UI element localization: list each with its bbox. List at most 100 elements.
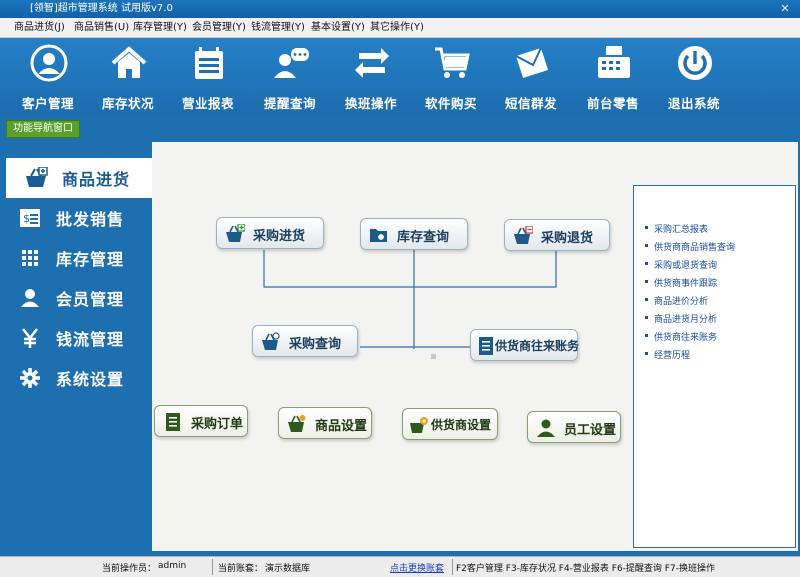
grid-icon bbox=[22, 250, 38, 266]
person-icon bbox=[537, 419, 555, 437]
sidebar-item-system-settings[interactable]: 系统设置 bbox=[0, 358, 152, 398]
switch-account-link[interactable]: 点击更换账套 bbox=[390, 561, 444, 574]
document-list-icon bbox=[166, 413, 180, 431]
status-bar: 当前操作员： admin 当前账套： 演示数据库 点击更换账套 F2客户管理 F… bbox=[0, 556, 800, 577]
sidebar-item-label: 会员管理 bbox=[56, 290, 125, 309]
purchase-in-button[interactable]: 采购进货 bbox=[216, 217, 324, 249]
quick-link[interactable]: 供货商商品销售查询 bbox=[644, 240, 735, 253]
sidebar-item-label: 商品进货 bbox=[62, 170, 131, 189]
button-label: 供货商设置 bbox=[431, 418, 492, 432]
calendar-report-icon bbox=[195, 47, 223, 79]
sidebar-item-label: 库存管理 bbox=[56, 250, 125, 269]
quick-link[interactable]: 采购汇总报表 bbox=[644, 222, 708, 235]
sidebar-item-members[interactable]: 会员管理 bbox=[0, 278, 152, 318]
toolbar-label: 客户管理 bbox=[21, 96, 74, 111]
toolbar-front-retail[interactable]: 前台零售 bbox=[573, 38, 653, 116]
invoice-icon: $ bbox=[20, 209, 40, 227]
toolbar-label: 前台零售 bbox=[586, 96, 639, 111]
supplier-accounts-button[interactable]: 供货商往来账务 bbox=[470, 329, 579, 361]
menu-goods-sales[interactable]: 商品销售(U) bbox=[74, 18, 129, 38]
basket-return-icon bbox=[514, 226, 533, 244]
shortcut-hints: F2客户管理 F3-库存状况 F4-营业报表 F6-提醒查询 F7-换班操作 bbox=[456, 564, 715, 574]
title-bar: [领智]超市管理系统 试用版v7.0 ✕ bbox=[0, 0, 800, 18]
sidebar-item-label: 钱流管理 bbox=[56, 330, 125, 349]
menu-members[interactable]: 会员管理(Y) bbox=[192, 18, 246, 38]
account-value: 演示数据库 bbox=[265, 564, 311, 574]
quick-link[interactable]: 供货商事件跟踪 bbox=[644, 276, 717, 289]
menu-other[interactable]: 其它操作(Y) bbox=[370, 18, 424, 38]
quick-link[interactable]: 经营历程 bbox=[644, 348, 690, 361]
account-label: 当前账套： bbox=[218, 564, 264, 574]
purchase-order-button[interactable]: 采购订单 bbox=[154, 405, 248, 437]
toolbar-label: 软件购买 bbox=[424, 96, 477, 111]
toolbar-customer-management[interactable]: 客户管理 bbox=[8, 38, 88, 116]
button-label: 采购订单 bbox=[191, 417, 244, 432]
sidebar-item-cash-flow[interactable]: 钱流管理 bbox=[0, 318, 152, 358]
button-label: 商品设置 bbox=[315, 419, 368, 434]
swap-arrows-icon bbox=[355, 48, 389, 78]
purchase-query-button[interactable]: 采购查询 bbox=[252, 325, 358, 357]
sidebar-item-label: 系统设置 bbox=[56, 370, 125, 389]
function-nav-tab[interactable]: 功能导航窗口 bbox=[6, 120, 80, 138]
status-divider bbox=[452, 559, 453, 575]
toolbar-stock-status[interactable]: 库存状况 bbox=[88, 38, 168, 116]
sidebar-item-wholesale[interactable]: $ 批发销售 bbox=[0, 198, 152, 238]
quick-link[interactable]: 商品进价分析 bbox=[644, 294, 708, 307]
basket-icon bbox=[26, 167, 48, 187]
basket-gear-icon bbox=[288, 415, 306, 432]
purchase-return-button[interactable]: 采购退货 bbox=[504, 219, 610, 251]
sidebar-item-inventory[interactable]: 库存管理 bbox=[0, 238, 152, 278]
toolbar-shift-change[interactable]: 换班操作 bbox=[331, 38, 411, 116]
basket-search-icon bbox=[262, 332, 280, 350]
button-label: 库存查询 bbox=[397, 230, 450, 245]
toolbar-label: 库存状况 bbox=[101, 96, 154, 111]
button-label: 员工设置 bbox=[564, 423, 617, 438]
folder-search-icon bbox=[370, 229, 387, 242]
home-icon bbox=[111, 46, 147, 78]
toolbar-label: 提醒查询 bbox=[263, 96, 316, 111]
toolbar-reminder-query[interactable]: 提醒查询 bbox=[250, 38, 330, 116]
toolbar-exit-system[interactable]: 退出系统 bbox=[654, 38, 734, 116]
supplier-gear-icon bbox=[410, 417, 428, 433]
menu-cash-flow[interactable]: 钱流管理(Y) bbox=[251, 18, 305, 38]
toolbar-business-report[interactable]: 营业报表 bbox=[168, 38, 248, 116]
close-button[interactable]: ✕ bbox=[774, 1, 796, 16]
menu-basic-settings[interactable]: 基本设置(Y) bbox=[311, 18, 365, 38]
operator-label: 当前操作员： bbox=[102, 564, 157, 574]
quick-link[interactable]: 供货商往来账务 bbox=[644, 330, 717, 343]
button-label: 采购进货 bbox=[253, 229, 306, 244]
toolbar-sms-broadcast[interactable]: 短信群发 bbox=[491, 38, 571, 116]
svg-text:$: $ bbox=[23, 212, 30, 225]
power-icon bbox=[678, 46, 712, 80]
supplier-settings-button[interactable]: 供货商设置 bbox=[402, 408, 498, 440]
chat-user-icon bbox=[274, 48, 309, 78]
yen-icon bbox=[22, 328, 38, 348]
toolbar-label: 短信群发 bbox=[504, 96, 557, 111]
window-title: [领智]超市管理系统 试用版v7.0 bbox=[30, 3, 173, 14]
button-label: 采购查询 bbox=[289, 337, 342, 352]
operator-value: admin bbox=[158, 561, 187, 571]
gear-icon bbox=[20, 368, 40, 388]
person-icon bbox=[21, 289, 39, 307]
basket-icon bbox=[226, 224, 245, 242]
button-label: 采购退货 bbox=[541, 231, 594, 246]
staff-settings-button[interactable]: 员工设置 bbox=[527, 411, 621, 443]
stock-query-button[interactable]: 库存查询 bbox=[360, 218, 468, 250]
quick-link[interactable]: 商品进货月分析 bbox=[644, 312, 717, 325]
menu-goods-purchase[interactable]: 商品进货(J) bbox=[14, 18, 65, 38]
main-toolbar: 客户管理 库存状况 营业报表 提醒查询 换班操作 软件购买 短信群发 前台零售 … bbox=[0, 38, 800, 116]
status-divider bbox=[212, 559, 213, 575]
goods-settings-button[interactable]: 商品设置 bbox=[278, 407, 372, 439]
toolbar-label: 营业报表 bbox=[181, 96, 234, 111]
quick-link[interactable]: 采购或退货查询 bbox=[644, 258, 717, 271]
toolbar-buy-software[interactable]: 软件购买 bbox=[411, 38, 491, 116]
shopping-cart-icon bbox=[435, 47, 470, 78]
menu-bar: 商品进货(J) 商品销售(U) 库存管理(Y) 会员管理(Y) 钱流管理(Y) … bbox=[0, 18, 800, 38]
flow-connectors bbox=[263, 250, 557, 359]
ledger-icon bbox=[479, 337, 493, 355]
quick-links-panel: 采购汇总报表 供货商商品销售查询 采购或退货查询 供货商事件跟踪 商品进价分析 … bbox=[633, 185, 796, 548]
sidebar-item-goods-purchase[interactable]: 商品进货 bbox=[6, 158, 152, 198]
toolbar-label: 换班操作 bbox=[344, 96, 397, 111]
envelope-icon bbox=[515, 47, 548, 78]
menu-inventory[interactable]: 库存管理(Y) bbox=[133, 18, 187, 38]
